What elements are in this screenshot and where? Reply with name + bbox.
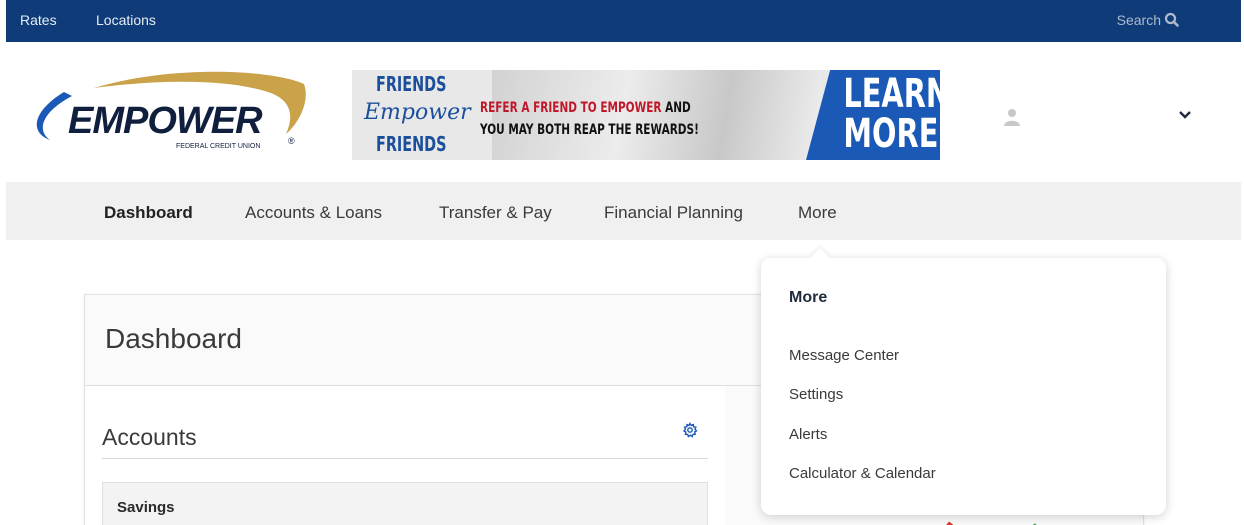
menu-item-alerts[interactable]: Alerts (789, 426, 827, 443)
more-dropdown-menu: More Message Center Settings Alerts Calc… (761, 248, 1166, 515)
top-utility-bar: Rates Locations Search (6, 0, 1241, 42)
banner-headline-dark: AND (661, 100, 691, 116)
accounts-panel: Accounts Savings (85, 386, 725, 525)
banner-cta[interactable]: LEARN MORE (843, 71, 940, 157)
banner-subheadline: YOU MAY BOTH REAP THE REWARDS! (480, 122, 699, 138)
banner-headline-red: REFER A FRIEND TO EMPOWER (480, 100, 662, 116)
menu-item-settings[interactable]: Settings (789, 386, 843, 403)
promo-banner[interactable]: FRIENDS Empower FRIENDS REFER A FRIEND T… (352, 70, 940, 160)
nav-financial-planning[interactable]: Financial Planning (604, 203, 743, 223)
menu-item-message-center[interactable]: Message Center (789, 347, 899, 364)
search-icon[interactable] (1163, 11, 1181, 29)
banner-headline: REFER A FRIEND TO EMPOWER AND (480, 100, 691, 116)
banner-friends-bottom: FRIENDS (376, 132, 447, 156)
banner-cta-line1: LEARN (843, 71, 940, 117)
banner-script-word: Empower (364, 100, 471, 125)
gear-icon[interactable] (682, 422, 698, 438)
banner-cta-line2: MORE (843, 111, 939, 157)
accounts-divider (102, 458, 708, 459)
main-nav: Dashboard Accounts & Loans Transfer & Pa… (6, 182, 1241, 240)
locations-link[interactable]: Locations (96, 12, 156, 28)
logo-subtitle: FEDERAL CREDIT UNION (176, 143, 261, 150)
chevron-down-icon[interactable] (1178, 108, 1192, 122)
nav-accounts-loans[interactable]: Accounts & Loans (245, 203, 382, 223)
accounts-heading: Accounts (102, 424, 197, 450)
savings-account-group[interactable]: Savings (102, 482, 708, 525)
nav-more[interactable]: More (798, 203, 837, 223)
banner-friends-top: FRIENDS (376, 72, 447, 96)
nav-transfer-pay[interactable]: Transfer & Pay (439, 203, 552, 223)
logo-wordmark: EMPOWER (68, 100, 263, 142)
menu-item-calculator-calendar[interactable]: Calculator & Calendar (789, 465, 936, 482)
site-header: EMPOWER FEDERAL CREDIT UNION ® FRIENDS E… (6, 42, 1241, 182)
dropdown-heading: More (789, 289, 828, 306)
logo-registered-mark: ® (288, 136, 295, 146)
nav-dashboard[interactable]: Dashboard (104, 203, 193, 223)
rates-link[interactable]: Rates (20, 12, 57, 28)
empower-logo[interactable]: EMPOWER FEDERAL CREDIT UNION ® (24, 70, 324, 160)
user-icon[interactable] (1002, 106, 1022, 128)
savings-label: Savings (117, 499, 175, 516)
search-label[interactable]: Search (1117, 12, 1161, 28)
page-title: Dashboard (105, 323, 242, 354)
